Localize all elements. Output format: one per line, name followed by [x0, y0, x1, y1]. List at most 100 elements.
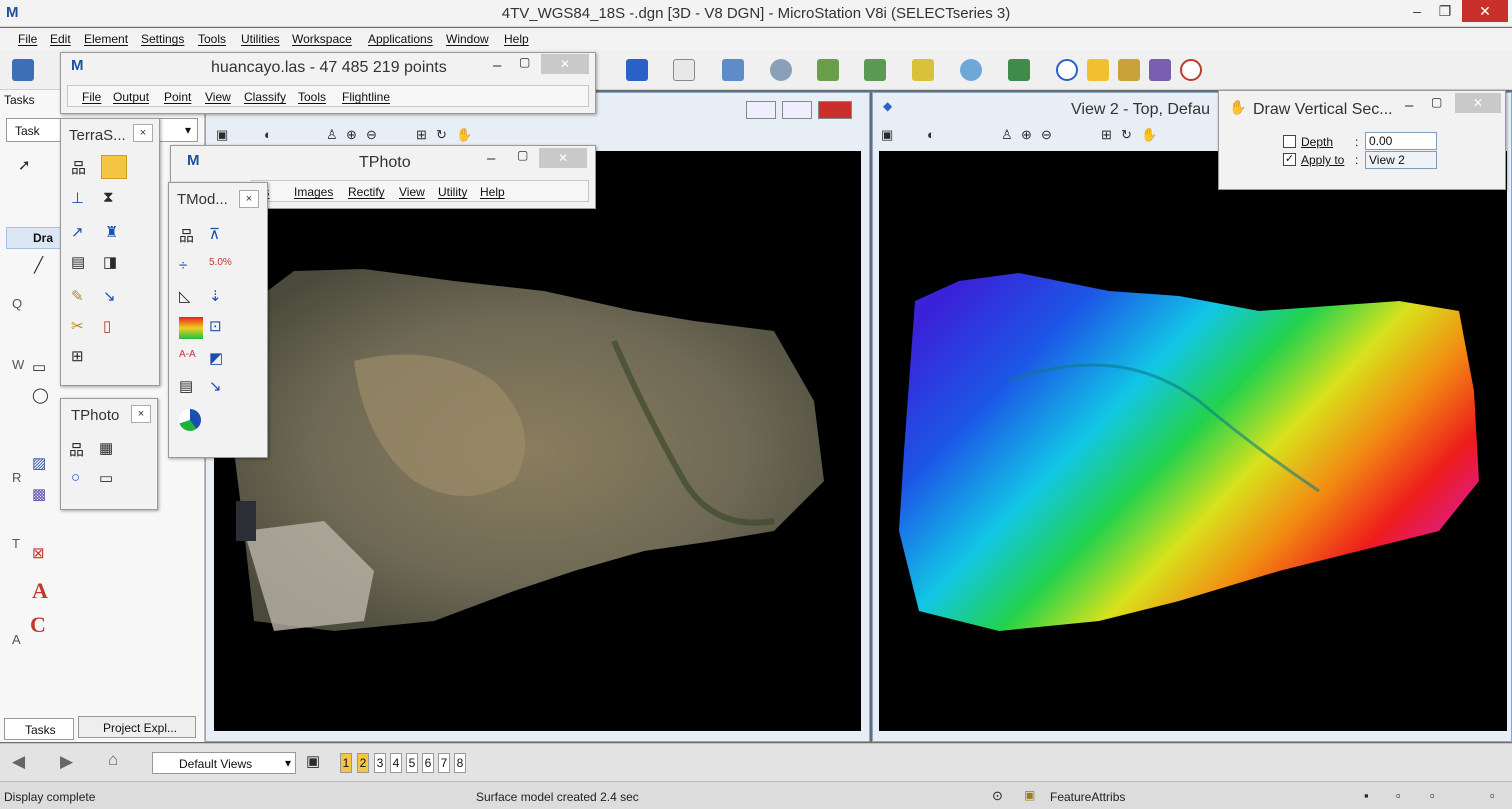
primary-tools-icon[interactable]: [12, 59, 34, 81]
tphoto-close-button[interactable]: ✕: [539, 148, 587, 168]
apply-to-dropdown[interactable]: View 2: [1365, 151, 1437, 169]
levels-icon[interactable]: [864, 59, 886, 81]
place-text-icon[interactable]: A: [32, 578, 48, 604]
update-view-icon[interactable]: ♙: [326, 127, 338, 143]
menu-edit[interactable]: Edit: [50, 32, 71, 46]
tphoto-circle-icon[interactable]: ○: [71, 469, 80, 486]
view-2-zoom-out-icon[interactable]: ⊖: [1041, 127, 1052, 143]
label-icon[interactable]: 5.0%: [209, 257, 232, 268]
view-1-minimize-button[interactable]: [746, 101, 776, 119]
fit-view-icon[interactable]: ⊞: [416, 127, 427, 143]
line-tool-icon[interactable]: ↘: [103, 287, 116, 305]
message-center-icon[interactable]: ▫: [1490, 788, 1495, 803]
profile-icon[interactable]: ▤: [71, 253, 85, 271]
section-icon[interactable]: [101, 155, 127, 179]
edit-text-icon[interactable]: C: [30, 612, 46, 638]
view-1-canvas[interactable]: [214, 151, 861, 731]
new-file-icon[interactable]: [673, 59, 695, 81]
menu-tools[interactable]: Tools: [198, 32, 226, 46]
view-toggle-8[interactable]: 8: [454, 753, 466, 773]
terrascan-menu-point[interactable]: Point: [164, 90, 191, 104]
tab-tasks[interactable]: Tasks: [4, 718, 74, 740]
lock-icon[interactable]: ▣: [1024, 788, 1035, 802]
views-dialog-icon[interactable]: ▣: [306, 752, 320, 770]
draw-section-icon[interactable]: ⊥: [71, 189, 84, 207]
saved-views-icon[interactable]: [1008, 59, 1030, 81]
tphoto-menu-images[interactable]: Images: [294, 185, 333, 199]
zoom-in-icon[interactable]: ⊕: [346, 127, 357, 143]
save-icon[interactable]: ▪: [1364, 788, 1369, 803]
tphoto-rect-icon[interactable]: ▭: [99, 469, 113, 487]
next-view-icon[interactable]: ▶: [60, 752, 73, 772]
close-button[interactable]: ✕: [1462, 0, 1508, 22]
tphoto-read-icon[interactable]: 品: [69, 439, 84, 460]
terrascan-toolbox-close-button[interactable]: ×: [133, 124, 153, 142]
tphoto-cube-icon[interactable]: ▦: [99, 439, 113, 457]
tower-icon[interactable]: ♜: [105, 223, 118, 241]
menu-utilities[interactable]: Utilities: [241, 32, 280, 46]
view-toggle-3[interactable]: 3: [374, 753, 386, 773]
raster-manager-icon[interactable]: [770, 59, 792, 81]
dialog-minimize-button[interactable]: –: [1405, 97, 1413, 114]
terrascan-menu-tools[interactable]: Tools: [298, 90, 326, 104]
display-styles-icon[interactable]: [817, 59, 839, 81]
view-2-display-style-icon[interactable]: ◐: [927, 127, 935, 142]
tphoto-maximize-button[interactable]: ▢: [517, 148, 528, 162]
view-toggle-6[interactable]: 6: [422, 753, 434, 773]
dialog-close-button[interactable]: ✕: [1455, 93, 1501, 113]
tphoto-menu-help[interactable]: Help: [480, 185, 505, 199]
info-icon[interactable]: [1056, 59, 1078, 81]
depth-field[interactable]: 0.00: [1365, 132, 1437, 150]
view-2-fit-view-icon[interactable]: ⊞: [1101, 127, 1112, 143]
tphoto-toolbox-close-button[interactable]: ×: [131, 405, 151, 423]
breakline-icon[interactable]: ⊡: [209, 317, 222, 335]
tmodel-toolbox-close-button[interactable]: ×: [239, 190, 259, 208]
eraser-icon[interactable]: ✂: [71, 317, 84, 335]
previous-view-icon[interactable]: ◀: [12, 752, 25, 772]
view-attributes-icon[interactable]: ▣: [216, 127, 228, 143]
key-in-icon[interactable]: [1118, 59, 1140, 81]
view-2-update-icon[interactable]: ♙: [1001, 127, 1013, 143]
menu-settings[interactable]: Settings: [141, 32, 184, 46]
color-by-elevation-icon[interactable]: [179, 317, 203, 339]
tphoto-menu-rectify[interactable]: Rectify: [348, 185, 385, 199]
view-2-canvas[interactable]: [879, 151, 1507, 731]
section-label-icon[interactable]: A-A: [179, 349, 196, 360]
view-2-attributes-icon[interactable]: ▣: [881, 127, 893, 143]
travel-path-icon[interactable]: ↗: [71, 223, 84, 241]
maximize-button[interactable]: ❐: [1428, 0, 1462, 22]
terrascan-menu-view[interactable]: View: [205, 90, 231, 104]
search-icon[interactable]: [1087, 59, 1109, 81]
terrascan-close-button[interactable]: ✕: [541, 54, 589, 74]
volume-icon[interactable]: ◩: [209, 349, 223, 367]
design-history-icon[interactable]: ▫: [1396, 788, 1401, 803]
view-toggle-1[interactable]: 1: [340, 753, 352, 773]
place-block-icon[interactable]: ▭: [32, 358, 46, 376]
print-icon[interactable]: ▫: [1430, 788, 1435, 803]
tab-project-explorer[interactable]: Project Expl...: [78, 716, 196, 738]
create-model-icon[interactable]: 品: [179, 225, 194, 246]
terrascan-maximize-button[interactable]: ▢: [519, 55, 530, 69]
accudraw-icon[interactable]: [1149, 59, 1171, 81]
lamp-icon[interactable]: ✎: [71, 287, 84, 305]
view-2-rotate-icon[interactable]: ↻: [1121, 127, 1132, 143]
pan-view-icon[interactable]: ✋: [456, 127, 472, 143]
snap-icon[interactable]: ⊙: [992, 788, 1003, 804]
boundary-icon[interactable]: ▯: [103, 317, 111, 335]
zoom-out-icon[interactable]: ⊖: [366, 127, 377, 143]
tphoto-menu-utility[interactable]: Utility: [438, 185, 467, 199]
view-2-pan-icon[interactable]: ✋: [1141, 127, 1157, 143]
read-points-icon[interactable]: 品: [71, 157, 86, 178]
table-icon[interactable]: ▤: [179, 377, 193, 395]
drape-icon[interactable]: ↘: [209, 377, 222, 395]
dialog-maximize-button[interactable]: ▢: [1431, 95, 1442, 109]
view-toggle-2[interactable]: 2: [357, 753, 369, 773]
grid-icon[interactable]: ⊞: [71, 347, 84, 365]
view-cube-icon[interactable]: [626, 59, 648, 81]
menu-file[interactable]: File: [18, 32, 37, 46]
hatch-area-icon[interactable]: ▨: [32, 454, 46, 472]
lights-icon[interactable]: [960, 59, 982, 81]
delete-table-icon[interactable]: ⊠: [32, 544, 45, 562]
view-2-zoom-in-icon[interactable]: ⊕: [1021, 127, 1032, 143]
contour-icon[interactable]: ⊼: [209, 225, 220, 243]
